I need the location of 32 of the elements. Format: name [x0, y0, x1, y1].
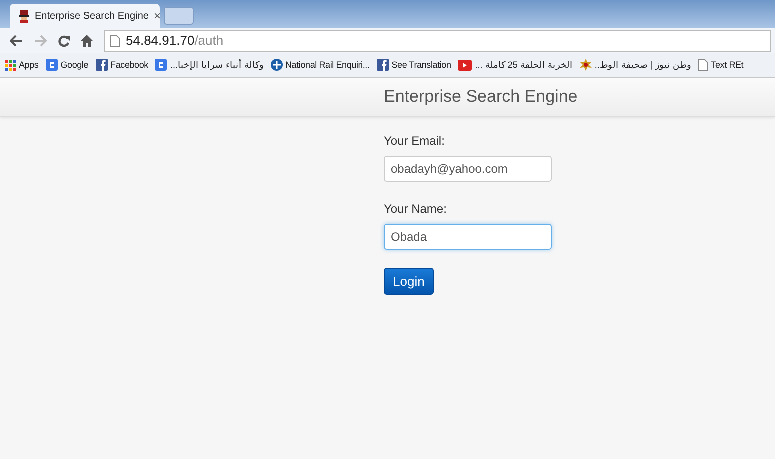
bookmark-link[interactable]: Text REt — [698, 59, 744, 71]
play-icon — [458, 60, 472, 70]
bookmark-link[interactable]: National Rail Enquiri... — [270, 59, 370, 71]
input-field[interactable]: obadayh@yahoo.com — [384, 156, 552, 182]
input-field[interactable]: Obada — [384, 224, 552, 250]
page-icon — [698, 59, 708, 71]
hat-figure-icon — [18, 10, 30, 22]
back-arrow-icon[interactable] — [10, 34, 23, 46]
field-label: Your Name: — [384, 202, 447, 216]
globe-icon — [270, 59, 282, 71]
bookmark-link[interactable]: وكالة أنباء سرايا الإخبا... — [155, 59, 264, 71]
url-text: 54.84.91.70/auth — [126, 33, 224, 48]
login-button[interactable]: Login — [384, 268, 434, 295]
bookmark-link[interactable]: وطن نيوز | صحيفة الوط.. — [580, 59, 692, 71]
facebook-icon — [376, 59, 389, 71]
grid-icon — [5, 60, 16, 70]
close-icon[interactable]: × — [154, 9, 161, 23]
tab-title: Enterprise Search Engine — [35, 10, 149, 22]
bookmark-link[interactable]: Facebook — [96, 59, 148, 71]
address-bar[interactable]: 54.84.91.70/auth — [104, 30, 771, 52]
page-title: Enterprise Search Engine — [384, 87, 578, 107]
field-label: Your Email: — [384, 134, 445, 148]
reload-icon[interactable] — [58, 34, 70, 46]
browser-tab[interactable]: Enterprise Search Engine × — [10, 4, 160, 28]
bookmark-link[interactable]: Apps — [5, 60, 39, 70]
home-icon[interactable] — [81, 34, 93, 46]
bookmark-link[interactable]: Google — [46, 59, 89, 71]
bookmark-link[interactable]: الخربة الحلقة 25 كاملة ... — [458, 60, 573, 70]
star-icon — [580, 59, 592, 71]
facebook-icon — [96, 59, 108, 71]
bookmark-link[interactable]: See Translation — [376, 59, 452, 71]
page-icon — [110, 34, 120, 46]
